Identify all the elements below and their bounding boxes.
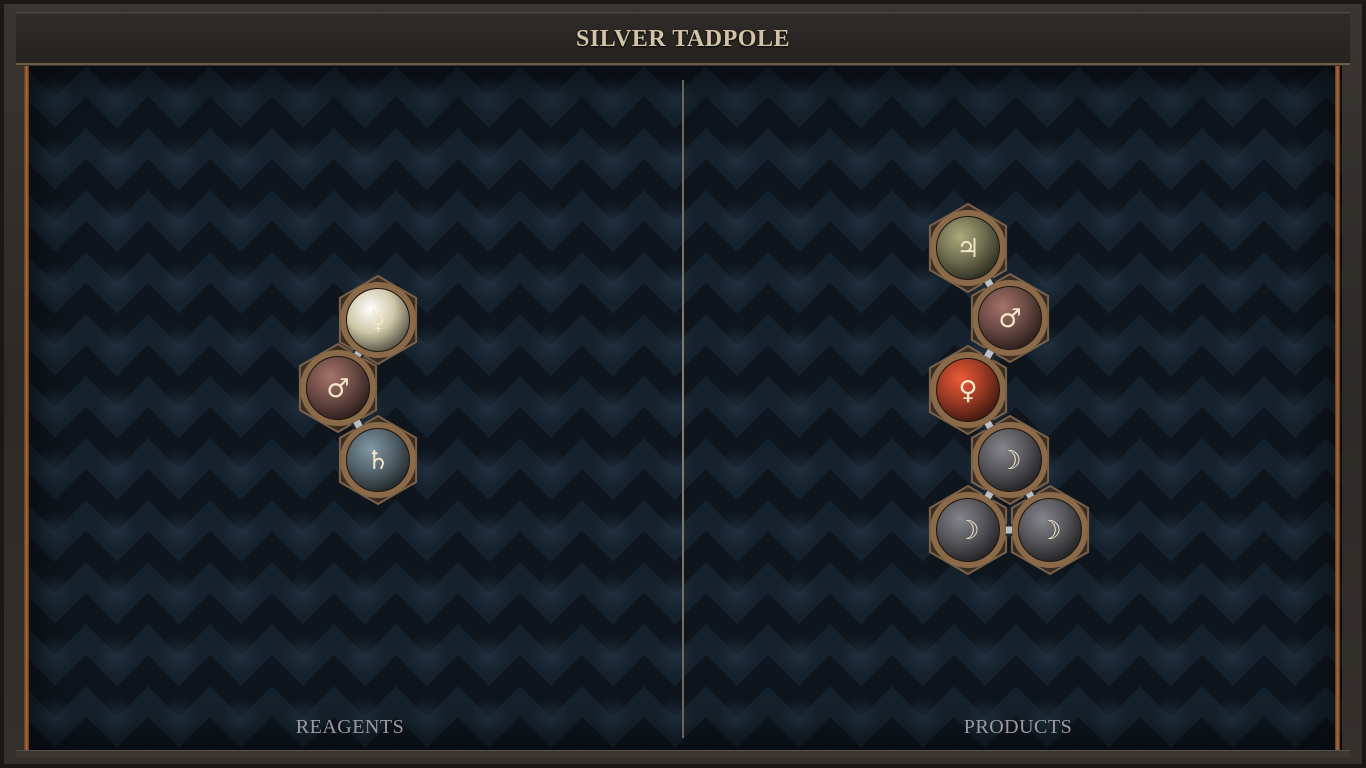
products-label: PRODUCTS — [963, 716, 1073, 738]
atom-silver[interactable]: ☽ — [930, 492, 1006, 568]
atom-silver[interactable]: ☽ — [972, 422, 1048, 498]
element-symbol: ♂ — [998, 304, 1021, 334]
element-symbol: ♀ — [958, 376, 977, 406]
product-molecule[interactable]: ♃ ♂ ♀ ☽ ☽ ☽ — [0, 0, 1366, 768]
element-symbol: ☽ — [956, 516, 979, 546]
element-symbol: ♃ — [956, 234, 979, 264]
atom-tin[interactable]: ♃ — [930, 210, 1006, 286]
atom-silver[interactable]: ☽ — [1012, 492, 1088, 568]
element-symbol: ☽ — [998, 446, 1021, 476]
reagents-label: REAGENTS — [295, 716, 405, 738]
element-symbol: ☽ — [1038, 516, 1061, 546]
atom-copper[interactable]: ♀ — [930, 352, 1006, 428]
atom-iron[interactable]: ♂ — [972, 280, 1048, 356]
